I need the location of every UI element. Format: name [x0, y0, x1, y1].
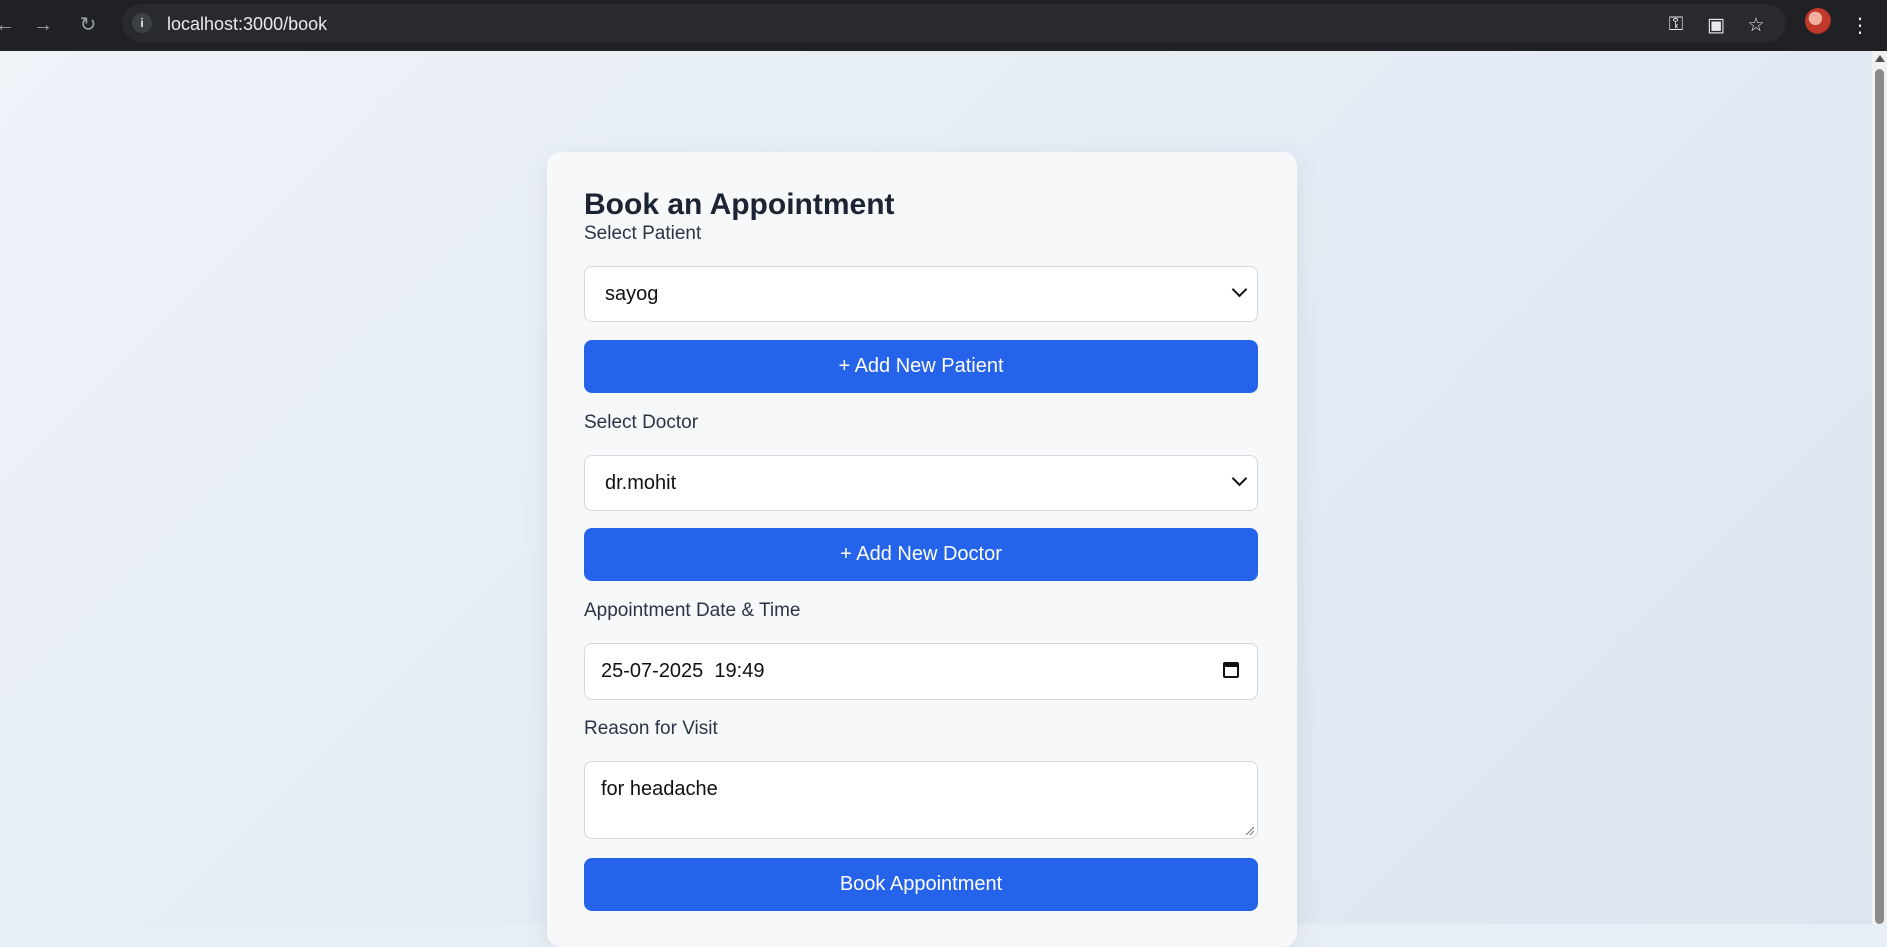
chevron-down-icon	[1231, 281, 1248, 298]
patient-label: Select Patient	[584, 223, 702, 244]
address-url[interactable]: localhost:3000/book	[167, 14, 327, 35]
datetime-label: Appointment Date & Time	[584, 600, 801, 621]
password-key-icon[interactable]: ⚿	[1661, 10, 1691, 40]
reason-value: for headache	[601, 778, 718, 800]
doctor-select[interactable]: dr.mohit	[584, 455, 1258, 511]
appointment-card: Book an Appointment Select Patient sayog…	[547, 152, 1297, 947]
calendar-icon[interactable]	[1223, 662, 1239, 678]
doctor-label: Select Doctor	[584, 412, 699, 433]
page-scrollbar[interactable]	[1872, 51, 1887, 924]
page-viewport: Book an Appointment Select Patient sayog…	[0, 51, 1872, 947]
scrollbar-thumb[interactable]	[1875, 69, 1884, 924]
address-bar[interactable]: i localhost:3000/book	[122, 4, 1786, 42]
doctor-select-value: dr.mohit	[605, 471, 677, 494]
profile-avatar[interactable]	[1805, 8, 1831, 34]
page-title: Book an Appointment	[584, 188, 895, 221]
patient-select-value: sayog	[605, 282, 659, 305]
add-doctor-button[interactable]: + Add New Doctor	[584, 528, 1258, 581]
patient-select[interactable]: sayog	[584, 266, 1258, 322]
scroll-up-icon[interactable]	[1875, 55, 1885, 62]
datetime-value: 25-07-2025 19:49	[601, 660, 765, 682]
browser-toolbar: ← → ↻ i localhost:3000/book ⚿ ▣ ☆ ⋮	[0, 0, 1887, 51]
reason-label: Reason for Visit	[584, 718, 718, 739]
add-patient-button[interactable]: + Add New Patient	[584, 340, 1258, 393]
reason-textarea[interactable]: for headache	[584, 761, 1258, 839]
datetime-input[interactable]: 25-07-2025 19:49	[584, 643, 1258, 700]
install-app-icon[interactable]: ▣	[1701, 10, 1731, 40]
menu-kebab-icon[interactable]: ⋮	[1850, 10, 1870, 40]
chevron-down-icon	[1231, 470, 1248, 487]
back-icon[interactable]: ←	[0, 10, 20, 40]
info-icon[interactable]: i	[132, 13, 152, 33]
reload-icon[interactable]: ↻	[73, 10, 103, 40]
bookmark-star-icon[interactable]: ☆	[1741, 10, 1771, 40]
book-appointment-button[interactable]: Book Appointment	[584, 858, 1258, 911]
forward-icon[interactable]: →	[28, 10, 58, 40]
resize-handle-icon[interactable]	[1246, 827, 1254, 835]
